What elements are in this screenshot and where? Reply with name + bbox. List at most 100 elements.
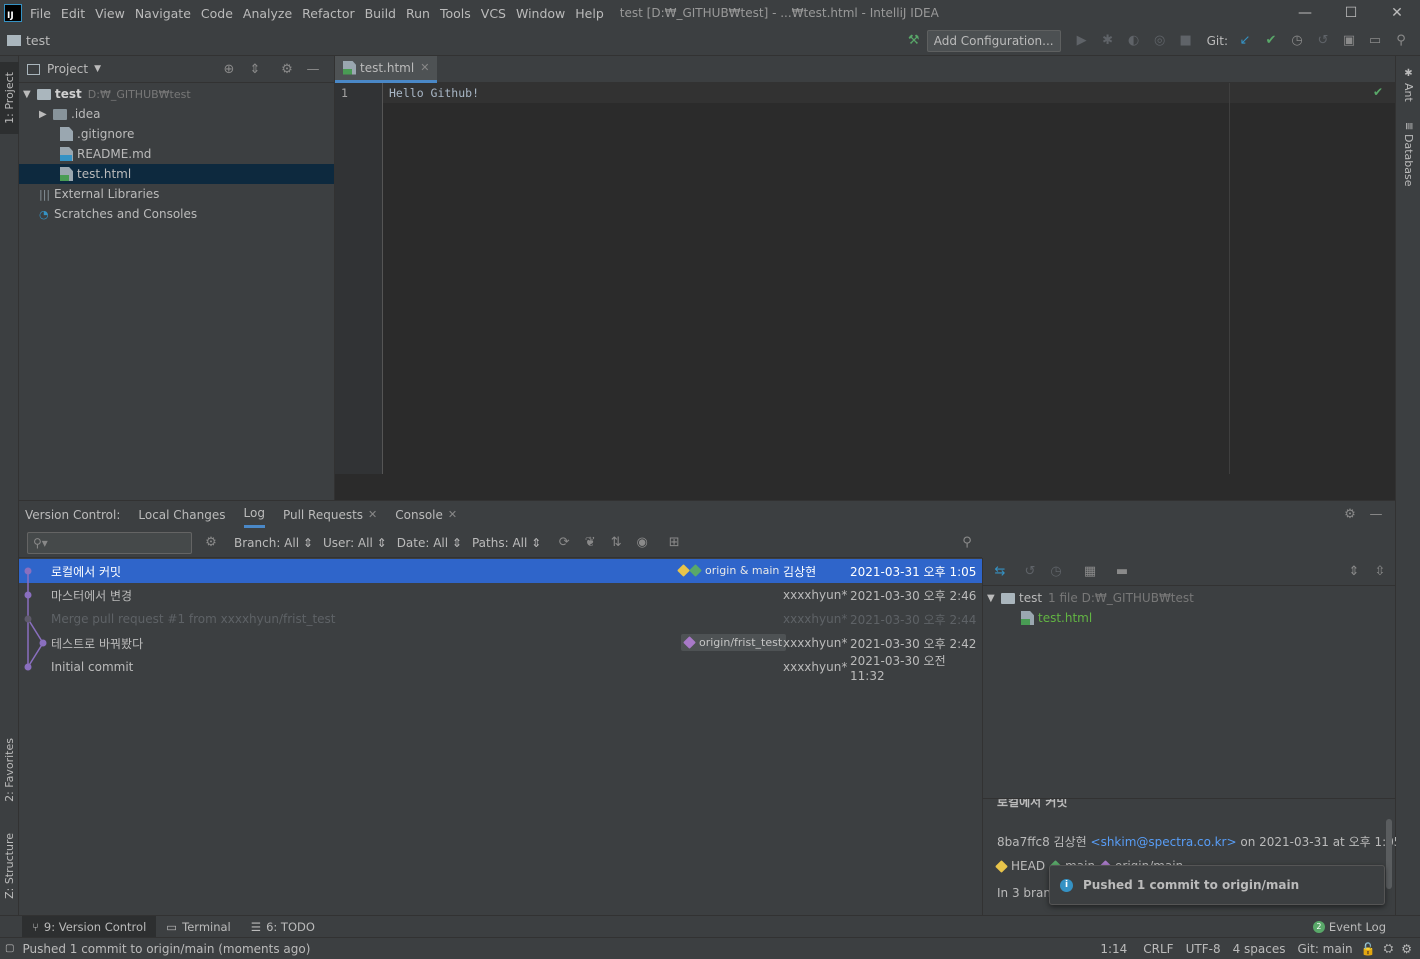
menu-vcs[interactable]: VCS (481, 6, 506, 21)
show-diff-icon[interactable]: ⇆ (989, 561, 1011, 583)
hide-panel-icon[interactable]: — (302, 58, 324, 80)
tool-tab-terminal[interactable]: ▭ Terminal (156, 916, 240, 938)
commit-row[interactable]: 테스트로 바꿔봤다 origin/frist_test xxxxhyun* 20… (19, 631, 982, 655)
collapsed-arrow-icon[interactable]: ▶ (39, 109, 53, 120)
details-scrollbar[interactable] (1386, 819, 1392, 889)
git-commit-icon[interactable]: ✔ (1260, 30, 1282, 52)
collapse-all-icon[interactable]: ⇕ (244, 58, 266, 80)
revert-icon[interactable]: ↺ (1019, 561, 1041, 583)
tree-root-test[interactable]: ▼ test D:₩_GITHUB₩test (19, 84, 334, 104)
tree-item-readme[interactable]: README.md (19, 144, 334, 164)
coverage-icon[interactable]: ◐ (1123, 30, 1145, 52)
lock-icon[interactable]: 🔓 (1361, 942, 1376, 956)
git-rollback-icon[interactable]: ↺ (1312, 30, 1334, 52)
menu-help[interactable]: Help (575, 6, 604, 21)
close-window-button[interactable]: ✕ (1374, 0, 1420, 26)
author-email-link[interactable]: <shkim@spectra.co.kr> (1091, 835, 1237, 849)
collapse-all-icon[interactable]: ⇳ (1369, 561, 1391, 583)
paths-filter[interactable]: Paths: All ⇕ (472, 536, 541, 550)
menu-code[interactable]: Code (201, 6, 233, 21)
push-notification[interactable]: i Pushed 1 commit to origin/main (1049, 865, 1385, 905)
toggle-tool-windows-icon[interactable]: ▢ (5, 943, 14, 954)
menu-tools[interactable]: Tools (440, 6, 471, 21)
close-tab-icon[interactable]: ✕ (368, 508, 377, 521)
group-by-icon[interactable]: ▦ (1079, 561, 1101, 583)
stop-icon[interactable]: ■ (1175, 30, 1197, 52)
cherry-pick-icon[interactable]: ❦ (579, 532, 601, 554)
project-structure-icon[interactable]: ▣ (1338, 30, 1360, 52)
tab-log[interactable]: Log (243, 501, 265, 528)
menu-build[interactable]: Build (365, 6, 396, 21)
date-filter[interactable]: Date: All ⇕ (397, 536, 462, 550)
close-tab-icon[interactable]: ✕ (420, 61, 429, 74)
sort-icon[interactable]: ⇅ (605, 532, 627, 554)
presentation-icon[interactable]: ▭ (1364, 30, 1386, 52)
build-hammer-icon[interactable]: ⚒ (903, 30, 925, 52)
commit-row[interactable]: 로컬에서 커밋 origin & main 김상현 2021-03-31 오후 … (19, 559, 982, 583)
run-icon[interactable]: ▶ (1071, 30, 1093, 52)
tab-console[interactable]: Console ✕ (395, 501, 457, 528)
expanded-arrow-icon[interactable]: ▼ (23, 89, 37, 100)
profile-icon[interactable]: ◎ (1149, 30, 1171, 52)
menu-analyze[interactable]: Analyze (243, 6, 292, 21)
minimize-button[interactable]: — (1282, 0, 1328, 26)
settings-gear-icon[interactable]: ⚙ (276, 58, 298, 80)
tree-item-test-html[interactable]: test.html (19, 164, 334, 184)
tool-tab-structure[interactable]: Z: Structure (0, 826, 19, 906)
search-everywhere-icon[interactable]: ⚲ (1390, 30, 1412, 52)
tool-tab-ant[interactable]: ✱ Ant (1396, 64, 1420, 102)
tab-pull-requests[interactable]: Pull Requests ✕ (283, 501, 377, 528)
menu-run[interactable]: Run (406, 6, 430, 21)
menu-navigate[interactable]: Navigate (135, 6, 191, 21)
project-view-selector[interactable]: Project (47, 62, 88, 76)
refresh-icon[interactable]: ⟳ (553, 532, 575, 554)
caret-position[interactable]: 1:14 (1100, 942, 1127, 956)
maximize-button[interactable]: ☐ (1328, 0, 1374, 26)
inspection-ok-icon[interactable]: ✔ (1373, 85, 1383, 99)
log-search-input[interactable]: ⚲▾ (27, 531, 192, 554)
menu-file[interactable]: File (30, 6, 51, 21)
tool-tab-version-control[interactable]: ⑂ 9: Version Control (22, 915, 157, 938)
history-icon[interactable]: ◷ (1045, 561, 1067, 583)
file-encoding[interactable]: UTF-8 (1186, 942, 1221, 956)
changes-root[interactable]: ▼ test 1 file D:₩_GITHUB₩test (983, 588, 1395, 608)
editor-tab-test-html[interactable]: test.html ✕ (335, 55, 438, 83)
add-configuration-button[interactable]: Add Configuration... (926, 29, 1061, 52)
indent-setting[interactable]: 4 spaces (1233, 942, 1286, 956)
changed-file-test-html[interactable]: test.html (983, 608, 1395, 628)
tree-item-idea[interactable]: ▶ .idea (19, 104, 334, 124)
menu-view[interactable]: View (95, 6, 125, 21)
user-filter[interactable]: User: All ⇕ (323, 536, 387, 550)
close-tab-icon[interactable]: ✕ (448, 508, 457, 521)
tool-tab-event-log[interactable]: 2 Event Log (1303, 916, 1396, 938)
debug-icon[interactable]: ✱ (1097, 30, 1119, 52)
commit-row[interactable]: Initial commit xxxxhyun* 2021-03-30 오전 1… (19, 654, 982, 683)
branch-filter[interactable]: Branch: All ⇕ (234, 536, 313, 550)
tool-tab-database[interactable]: ≣ Database (1396, 118, 1420, 187)
memory-icon[interactable]: ⚙ (1401, 942, 1412, 956)
tree-item-external-libraries[interactable]: ||| External Libraries (19, 184, 334, 204)
tool-tab-favorites[interactable]: 2: Favorites (0, 728, 19, 812)
tree-item-scratches[interactable]: ◔ Scratches and Consoles (19, 204, 334, 224)
status-message[interactable]: Pushed 1 commit to origin/main (moments … (22, 942, 310, 956)
menu-window[interactable]: Window (516, 6, 565, 21)
expanded-arrow-icon[interactable]: ▼ (987, 593, 1001, 604)
code-text[interactable]: Hello Github! (389, 86, 479, 100)
open-new-tab-icon[interactable]: ⊞ (663, 532, 685, 554)
chevron-down-icon[interactable]: ▼ (94, 64, 101, 74)
commit-row[interactable]: 마스터에서 변경 xxxxhyun* 2021-03-30 오후 2:46 (19, 583, 982, 607)
find-search-icon[interactable]: ⚲ (956, 532, 978, 554)
breadcrumb-project[interactable]: test (26, 33, 50, 48)
log-settings-gear-icon[interactable]: ⚙ (200, 532, 222, 554)
locate-file-icon[interactable]: ⊕ (218, 58, 240, 80)
menu-refactor[interactable]: Refactor (302, 6, 354, 21)
git-history-icon[interactable]: ◷ (1286, 30, 1308, 52)
git-update-icon[interactable]: ↙ (1234, 30, 1256, 52)
view-options-eye-icon[interactable]: ◉ (631, 532, 653, 554)
tree-item-gitignore[interactable]: .gitignore (19, 124, 334, 144)
git-branch-widget[interactable]: Git: main (1297, 942, 1352, 956)
tool-tab-todo[interactable]: ☰ 6: TODO (241, 916, 325, 938)
tool-tab-project[interactable]: 1: Project (0, 62, 19, 134)
hide-panel-icon[interactable]: — (1365, 504, 1387, 526)
tab-local-changes[interactable]: Local Changes (138, 501, 225, 528)
